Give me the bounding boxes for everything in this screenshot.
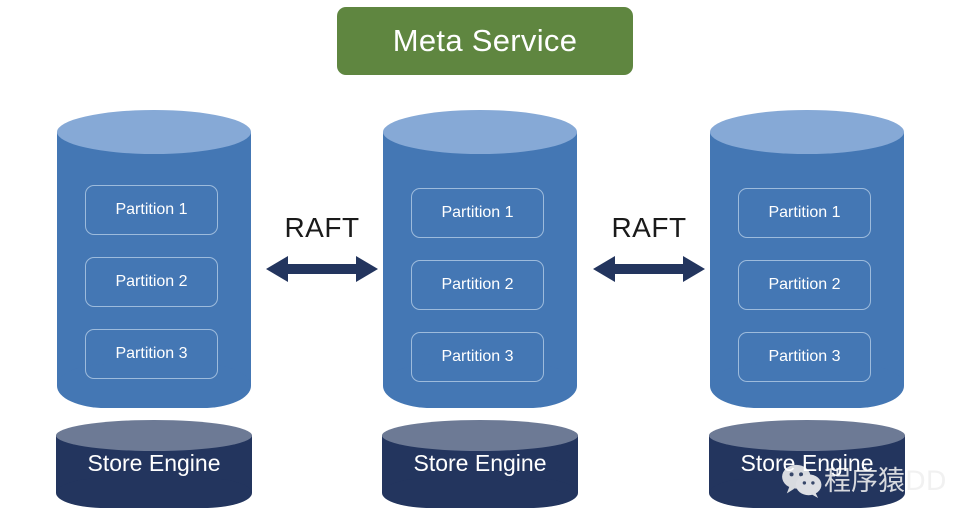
store-engine-top-ellipse [56, 420, 252, 451]
store-engine-bottom-ellipse [56, 478, 252, 508]
partition-label: Partition 1 [441, 204, 514, 221]
partition-label: Partition 2 [441, 276, 514, 293]
partition-label: Partition 2 [768, 276, 841, 293]
store-engine-top-ellipse [382, 420, 578, 451]
store-engine-label: Store Engine [740, 450, 874, 476]
store-engine-label: Store Engine [413, 450, 547, 476]
diagram-canvas: Meta Service Partition 1 Partition 2 Par… [0, 0, 969, 526]
partition-label: Partition 1 [115, 201, 188, 218]
raft-connector-2: RAFT [589, 212, 709, 292]
partition-box-3-2: Partition 2 [738, 260, 871, 310]
partition-label: Partition 3 [441, 348, 514, 365]
storage-node-1: Partition 1 Partition 2 Partition 3 Stor… [54, 0, 254, 526]
store-engine-cylinder-3: Store Engine [709, 420, 905, 510]
raft-connector-1: RAFT [262, 212, 382, 292]
double-headed-arrow-icon [593, 256, 705, 282]
partition-label: Partition 3 [115, 345, 188, 362]
partition-box-1-2: Partition 2 [85, 257, 218, 307]
raft-label: RAFT [284, 212, 360, 243]
raft-label: RAFT [611, 212, 687, 243]
store-engine-cylinder-2: Store Engine [382, 420, 578, 510]
storage-node-2: Partition 1 Partition 2 Partition 3 Stor… [380, 0, 580, 526]
store-engine-top-ellipse [709, 420, 905, 451]
partition-label: Partition 2 [115, 273, 188, 290]
partition-box-3-3: Partition 3 [738, 332, 871, 382]
store-engine-bottom-ellipse [709, 478, 905, 508]
partition-box-2-1: Partition 1 [411, 188, 544, 238]
store-engine-bottom-ellipse [382, 478, 578, 508]
partition-box-1-1: Partition 1 [85, 185, 218, 235]
partition-label: Partition 1 [768, 204, 841, 221]
partition-box-3-1: Partition 1 [738, 188, 871, 238]
partition-box-2-2: Partition 2 [411, 260, 544, 310]
partition-box-2-3: Partition 3 [411, 332, 544, 382]
double-headed-arrow-icon [266, 256, 378, 282]
store-engine-label: Store Engine [87, 450, 221, 476]
store-engine-cylinder-1: Store Engine [56, 420, 252, 510]
storage-node-3: Partition 1 Partition 2 Partition 3 Stor… [707, 0, 907, 526]
partition-box-1-3: Partition 3 [85, 329, 218, 379]
partition-label: Partition 3 [768, 348, 841, 365]
